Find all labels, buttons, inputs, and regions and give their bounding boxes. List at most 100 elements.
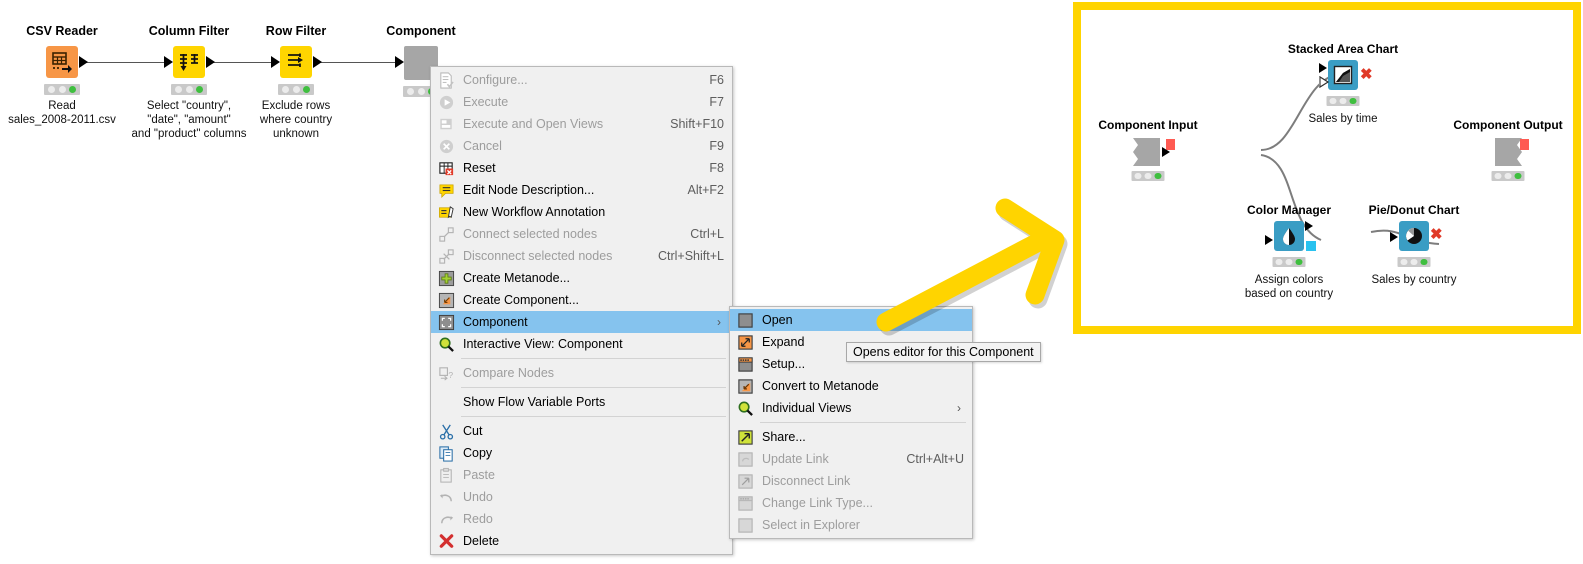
menu-item-label: Reset xyxy=(463,161,496,175)
node-title: Row Filter xyxy=(265,24,327,38)
status-light-queued xyxy=(1410,258,1418,266)
status-light-executed xyxy=(1349,97,1357,105)
change-link-type-icon xyxy=(730,492,760,514)
node-output-port xyxy=(206,56,215,68)
chevron-right-icon: › xyxy=(957,401,961,415)
menu-item-create-component[interactable]: Create Component... xyxy=(431,289,732,311)
node-input-port xyxy=(395,56,404,68)
status-light-queued xyxy=(1504,172,1512,180)
node-status-indicator xyxy=(44,84,80,95)
menu-item-delete[interactable]: Delete xyxy=(431,530,732,552)
node-input-port xyxy=(164,56,173,68)
menu-item-label: Select in Explorer xyxy=(762,518,860,532)
menu-item-label: Update Link xyxy=(762,452,829,466)
status-light-executed xyxy=(69,86,77,93)
menu-item-reset[interactable]: Reset F8 xyxy=(431,157,732,179)
menu-separator xyxy=(461,416,726,417)
menu-item-shortcut: F8 xyxy=(709,161,724,175)
panel-node-icon-box[interactable] xyxy=(1328,60,1358,90)
edit-description-icon xyxy=(431,179,461,201)
node-icon-box[interactable] xyxy=(46,46,78,78)
menu-item-label: Delete xyxy=(463,534,500,548)
panel-node-icon-box[interactable] xyxy=(1399,221,1429,251)
component-editor-panel[interactable]: Component Input Stacked Area Chart ✖ Sal… xyxy=(1073,2,1581,334)
menu-item-label: Configure... xyxy=(463,73,528,87)
menu-item-shortcut: F6 xyxy=(709,73,724,87)
node-context-menu[interactable]: Configure... F6 Execute F7 Execute and Ope… xyxy=(430,66,733,555)
panel-node-color-chip xyxy=(1306,241,1316,251)
submenu-item-change-link-type: Change Link Type... xyxy=(730,492,972,514)
component-output-port-chip xyxy=(1520,139,1529,150)
status-light-idle xyxy=(1329,97,1337,105)
panel-node-status xyxy=(1326,96,1360,106)
menu-item-label: Edit Node Description... xyxy=(463,183,595,197)
pie-donut-chart-icon xyxy=(1399,221,1429,251)
execute-open-views-icon xyxy=(431,113,461,135)
menu-item-label: Paste xyxy=(463,468,495,482)
panel-output-port xyxy=(1162,147,1170,157)
component-submenu[interactable]: Open Expand Setup... Convert to Metanode… xyxy=(729,306,973,539)
menu-item-shortcut: Ctrl+Shift+L xyxy=(657,249,724,263)
menu-item-copy[interactable]: Copy xyxy=(431,442,732,464)
node-description: Select "country", "date", "amount" and "… xyxy=(131,100,247,140)
copy-icon xyxy=(431,442,461,464)
node-output-port xyxy=(79,56,88,68)
status-light-queued xyxy=(292,86,300,93)
menu-item-label: Interactive View: Component xyxy=(463,337,623,351)
undo-icon xyxy=(431,486,461,508)
menu-item-cut[interactable]: Cut xyxy=(431,420,732,442)
node-output-port xyxy=(313,56,322,68)
update-link-icon xyxy=(730,448,760,470)
node-icon-box[interactable] xyxy=(280,46,312,78)
menu-item-label: Create Component... xyxy=(463,293,580,307)
status-light-executed xyxy=(1154,172,1162,180)
menu-item-shortcut: F9 xyxy=(709,139,724,153)
menu-item-create-metanode[interactable]: Create Metanode... xyxy=(431,267,732,289)
menu-item-configure: Configure... F6 xyxy=(431,69,732,91)
node-status-indicator xyxy=(278,84,314,95)
open-icon xyxy=(730,309,760,331)
menu-item-component[interactable]: Component › xyxy=(431,311,732,333)
stacked-area-chart-icon xyxy=(1328,60,1358,90)
status-light-executed xyxy=(1420,258,1428,266)
panel-node-icon-box[interactable] xyxy=(1274,221,1304,251)
node-title: CSV Reader xyxy=(26,24,98,38)
connection-columnfilter-to-rowfilter xyxy=(209,62,273,63)
menu-item-execute: Execute F7 xyxy=(431,91,732,113)
submenu-item-select-in-explorer: Select in Explorer xyxy=(730,514,972,536)
menu-item-interactive-view-component[interactable]: Interactive View: Component xyxy=(431,333,732,355)
submenu-item-open[interactable]: Open xyxy=(730,309,972,331)
status-light-queued xyxy=(58,86,66,93)
panel-input-port xyxy=(1390,232,1398,242)
menu-item-shortcut: Ctrl+Alt+U xyxy=(906,452,964,466)
menu-item-label: Execute and Open Views xyxy=(463,117,604,131)
menu-item-edit-node-description[interactable]: Edit Node Description... Alt+F2 xyxy=(431,179,732,201)
submenu-item-share[interactable]: Share... xyxy=(730,426,972,448)
menu-item-show-flow-variable-ports[interactable]: Show Flow Variable Ports xyxy=(431,391,732,413)
component-input-icon[interactable] xyxy=(1131,136,1165,173)
create-metanode-icon xyxy=(431,267,461,289)
component-menu-icon xyxy=(431,311,461,333)
delete-icon xyxy=(431,530,461,552)
node-status-indicator xyxy=(171,84,207,95)
status-light-executed xyxy=(303,86,311,93)
submenu-item-individual-views[interactable]: Individual Views › xyxy=(730,397,972,419)
status-light-executed xyxy=(1295,258,1303,266)
select-explorer-icon xyxy=(730,514,760,536)
column-filter-icon xyxy=(173,46,205,78)
panel-node-title: Component Output xyxy=(1453,118,1563,132)
status-light-idle xyxy=(281,86,289,93)
menu-item-label: Open xyxy=(762,313,793,327)
status-light-executed xyxy=(1514,172,1522,180)
connection-rowfilter-to-component xyxy=(316,62,401,63)
panel-node-title: Component Input xyxy=(1098,118,1198,132)
menu-item-new-workflow-annotation[interactable]: New Workflow Annotation xyxy=(431,201,732,223)
status-light-idle xyxy=(1400,258,1408,266)
menu-item-label: Component xyxy=(463,315,528,329)
interactive-view-icon xyxy=(431,333,461,355)
node-icon-box[interactable] xyxy=(173,46,205,78)
expand-icon xyxy=(730,331,760,353)
node-description: Read sales_2008-2011.csv xyxy=(8,100,116,126)
status-light-idle xyxy=(1494,172,1502,180)
submenu-item-convert-to-metanode[interactable]: Convert to Metanode xyxy=(730,375,972,397)
